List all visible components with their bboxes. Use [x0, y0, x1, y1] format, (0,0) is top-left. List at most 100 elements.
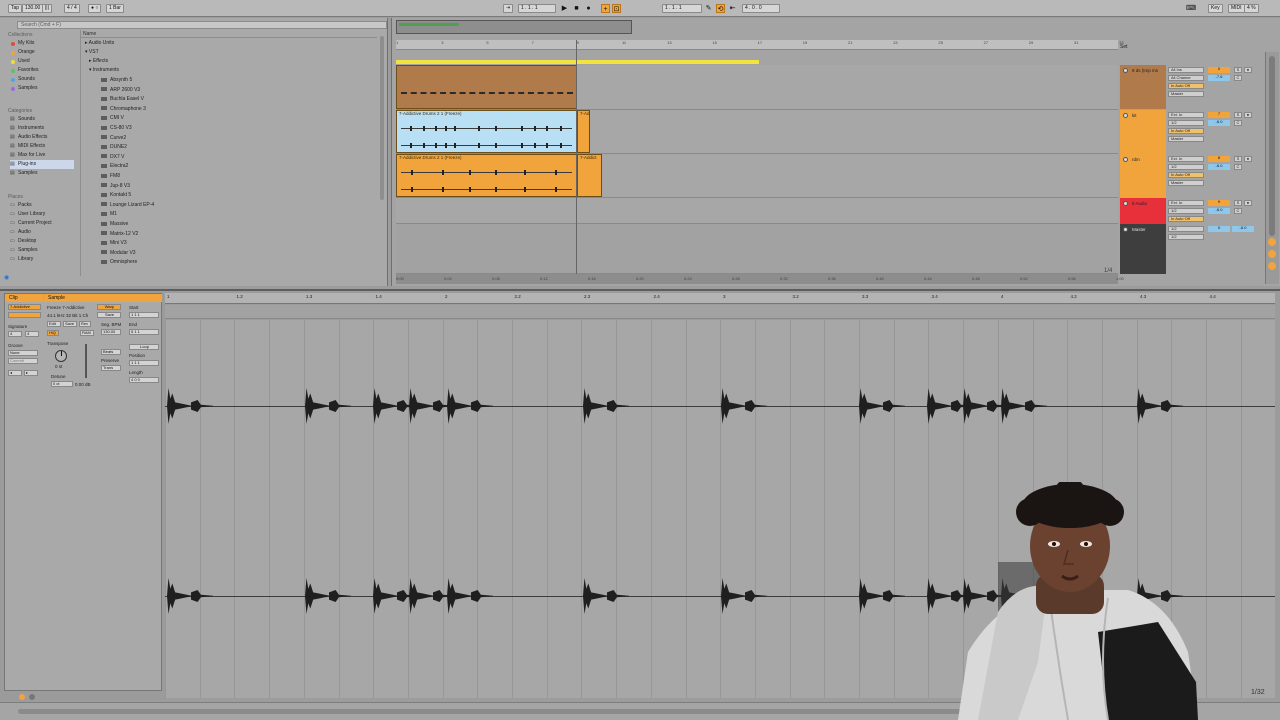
collection-item[interactable]: My Kits: [10, 39, 74, 48]
monitor-switch[interactable]: In Auto Off: [1168, 172, 1204, 178]
clip-addictive-drums-1[interactable]: 7-Addictive Drums 2 1 (Freeze): [396, 110, 577, 153]
input-type-select[interactable]: Ext. In: [1168, 200, 1204, 206]
track-number-box[interactable]: 8: [1208, 156, 1230, 162]
song-position-field[interactable]: 1 . 1 . 1: [518, 4, 556, 13]
sample-beat-ruler[interactable]: 1 1.2 1.3 1.4 2 2.2 2.3 2.4 3 3.2 3.3 3.4 4 4.2 4.3 4.4: [165, 293, 1275, 304]
launch-icon[interactable]: [19, 694, 25, 700]
edit-button[interactable]: Edit: [47, 321, 61, 327]
plugin-item[interactable]: Omnisphere: [101, 258, 137, 267]
fold-icon[interactable]: [1123, 227, 1128, 232]
input-channel-select[interactable]: 1/2: [1168, 164, 1204, 170]
nav-right-button[interactable]: ▸: [24, 370, 38, 376]
solo-button[interactable]: S: [1234, 200, 1242, 206]
plugin-item[interactable]: Modular V3: [101, 249, 136, 258]
plugin-item[interactable]: DUNE2: [101, 143, 127, 152]
category-item[interactable]: ▤ Sounds: [10, 115, 74, 124]
collection-item[interactable]: Favorites: [10, 66, 74, 75]
place-item[interactable]: ▭ Samples: [10, 246, 74, 255]
plugin-item[interactable]: CS-80 V3: [101, 124, 132, 133]
plugin-item[interactable]: M1: [101, 210, 117, 219]
plugin-item[interactable]: Buchla Easel V: [101, 95, 144, 104]
sample-box-header[interactable]: Sample: [44, 294, 162, 302]
solo-button[interactable]: S: [1234, 156, 1242, 162]
tap-tempo-button[interactable]: Tap: [8, 4, 23, 13]
plugin-item[interactable]: Mini V3: [101, 239, 127, 248]
solo-button[interactable]: S: [1234, 112, 1242, 118]
plugin-item[interactable]: Curve2: [101, 134, 126, 143]
arm-button[interactable]: ●: [1244, 156, 1252, 162]
volume-field[interactable]: -6.0: [1208, 208, 1230, 214]
volume-field[interactable]: -6.0: [1208, 120, 1230, 126]
tree-item-instruments[interactable]: ▾ Instruments: [89, 66, 119, 75]
arm-button[interactable]: ●: [1244, 112, 1252, 118]
master-lane[interactable]: [396, 224, 1118, 274]
zoom-icon[interactable]: [1268, 262, 1276, 270]
clip-addictive-drums-tail-2[interactable]: 7-Addict: [577, 154, 602, 197]
arm-button[interactable]: ●: [1244, 200, 1252, 206]
pan-field[interactable]: C: [1234, 208, 1242, 214]
play-icon[interactable]: ▶: [560, 4, 569, 13]
category-item[interactable]: ▤ Samples: [10, 169, 74, 178]
fold-icon[interactable]: [1123, 113, 1128, 118]
loop-length-field[interactable]: 4 . 0 . 0: [742, 4, 780, 13]
category-item[interactable]: ▤ Max for Live: [10, 151, 74, 160]
fold-icon[interactable]: [1123, 157, 1128, 162]
input-type-select[interactable]: Ext. In: [1168, 156, 1204, 162]
time-ruler-bottom[interactable]: 0:00 0:04 0:08 0:12 0:16 0:20 0:24 0:28 0:32 0:36…: [396, 274, 1124, 284]
category-item[interactable]: ▤ Instruments: [10, 124, 74, 133]
monitor-switch[interactable]: In Auto Off: [1168, 128, 1204, 134]
plugin-item[interactable]: Kontakt 5: [101, 191, 131, 200]
plugin-item[interactable]: Chromaphone 3: [101, 105, 146, 114]
category-item[interactable]: ▤ Audio Effects: [10, 133, 74, 142]
detune-field[interactable]: 0 ct: [51, 381, 73, 387]
volume-field[interactable]: -7.6: [1208, 75, 1230, 81]
output-select[interactable]: Master: [1168, 136, 1204, 142]
plugin-item[interactable]: Lounge Lizard EP-4: [101, 201, 154, 210]
master-track-header[interactable]: Master: [1120, 224, 1166, 274]
clip-addictive-drums-2[interactable]: 7-Addictive Drums 2 1 (Freeze): [396, 154, 577, 197]
clip-midi-1[interactable]: [396, 65, 577, 109]
preview-icon[interactable]: ◉: [4, 274, 14, 282]
volume-field[interactable]: -6.0: [1208, 164, 1230, 170]
name-column-header[interactable]: Name: [81, 30, 377, 38]
transpose-knob[interactable]: [55, 350, 67, 362]
track-lane-2[interactable]: 7-Addictive Drums 2 1 (Freeze) 7-Ad: [396, 110, 1118, 154]
tempo-field[interactable]: 130.00: [22, 4, 44, 13]
warp-mode-select[interactable]: Beats: [101, 349, 121, 355]
groove-select[interactable]: None: [8, 350, 38, 356]
sig-denominator[interactable]: 4: [25, 331, 39, 337]
plugin-item[interactable]: FM8: [101, 172, 120, 181]
loop-brace[interactable]: [396, 60, 759, 64]
quantize-menu[interactable]: 1 Bar: [106, 4, 124, 13]
place-item[interactable]: ▭ Audio: [10, 228, 74, 237]
monitor-switch[interactable]: In Auto Off: [1168, 83, 1204, 89]
plugin-item[interactable]: Jup-8 V3: [101, 182, 130, 191]
category-item[interactable]: ▤ Plug-ins: [10, 160, 74, 169]
clip-box-header[interactable]: Clip: [5, 294, 43, 302]
midi-map-button[interactable]: MIDI: [1228, 4, 1245, 13]
preserve-select[interactable]: Trans: [101, 365, 121, 371]
plugin-item[interactable]: Matrix-12 V2: [101, 230, 138, 239]
sig-numerator[interactable]: 4: [8, 331, 22, 337]
gain-slider[interactable]: [85, 344, 87, 378]
end-field[interactable]: 5 1 1: [129, 329, 159, 335]
automation-arm-icon[interactable]: ⊡: [612, 4, 621, 13]
plugin-item[interactable]: DX7 V: [101, 153, 124, 162]
collection-item[interactable]: Sounds: [10, 75, 74, 84]
ram-toggle[interactable]: RAM: [80, 330, 94, 336]
master-volume-db[interactable]: -6.0: [1232, 226, 1254, 232]
draw-mode-icon[interactable]: ✎: [704, 4, 713, 13]
reverse-button[interactable]: Rev: [79, 321, 91, 327]
track-lane-4[interactable]: [396, 198, 1118, 224]
position-field[interactable]: 1 1 1: [129, 360, 159, 366]
track-header[interactable]: 8 ds (Imp ms: [1120, 65, 1166, 109]
input-type-select[interactable]: All Ins: [1168, 67, 1204, 73]
commit-button[interactable]: Commit: [8, 358, 38, 364]
follow-button[interactable]: ⇥: [503, 4, 514, 13]
place-item[interactable]: ▭ User Library: [10, 210, 74, 219]
stop-icon[interactable]: ■: [572, 4, 581, 13]
track-number-box[interactable]: 0: [1208, 67, 1230, 73]
master-cue-out[interactable]: 1/2: [1168, 226, 1204, 232]
arm-button[interactable]: ●: [1244, 67, 1252, 73]
fold-icon[interactable]: [1123, 68, 1128, 73]
